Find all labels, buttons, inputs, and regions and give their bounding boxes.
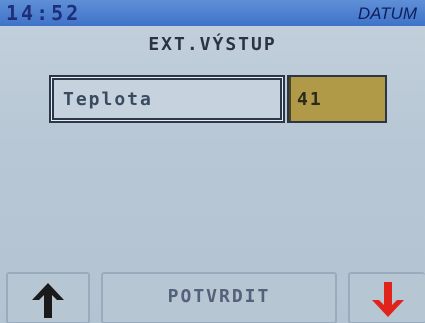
parameter-label: Teplota (63, 89, 153, 110)
arrow-down-icon (371, 282, 404, 317)
confirm-button[interactable]: POTVRDIT (101, 272, 337, 323)
lcd-screen: 14:52 DATUM EXT.VÝSTUP Teplota 41 POTVRD… (0, 0, 425, 323)
parameter-row: Teplota 41 (49, 75, 387, 125)
scroll-down-button[interactable] (348, 272, 425, 323)
date-button[interactable]: DATUM (358, 4, 417, 24)
status-bar: 14:52 DATUM (0, 0, 425, 26)
clock-time: 14:52 (6, 1, 82, 25)
arrow-up-icon (32, 283, 64, 318)
parameter-label-field[interactable]: Teplota (49, 75, 285, 123)
scroll-up-button[interactable] (6, 272, 90, 323)
page-title: EXT.VÝSTUP (148, 34, 277, 55)
parameter-value-field[interactable]: 41 (287, 75, 387, 123)
confirm-button-label: POTVRDIT (167, 286, 271, 307)
parameter-value: 41 (297, 89, 323, 110)
